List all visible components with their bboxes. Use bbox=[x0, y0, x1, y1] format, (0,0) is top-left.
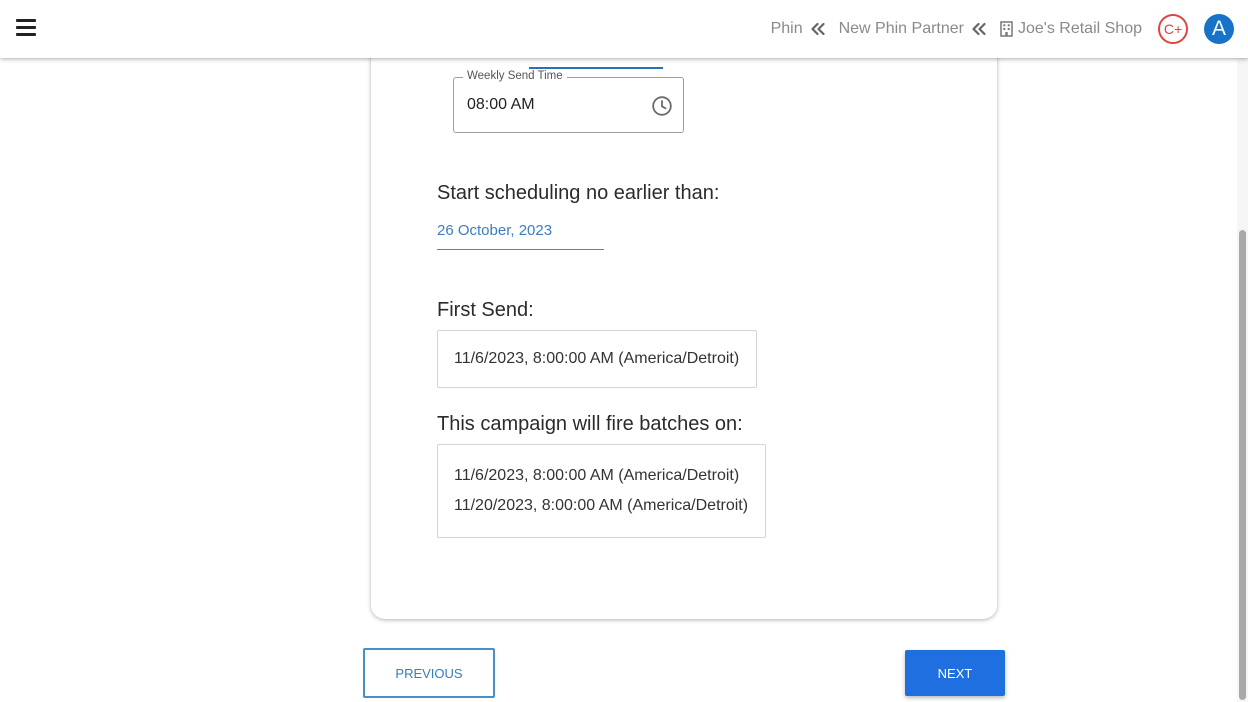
breadcrumb-joes-retail-shop[interactable]: Joe's Retail Shop bbox=[1018, 20, 1142, 38]
next-button[interactable]: NEXT bbox=[905, 650, 1005, 696]
breadcrumb-new-phin-partner[interactable]: New Phin Partner bbox=[839, 20, 964, 38]
hamburger-menu-icon[interactable] bbox=[12, 14, 40, 42]
breadcrumb: Phin New Phin Partner Joe's Retail Shop … bbox=[771, 0, 1234, 58]
first-send-value: 11/6/2023, 8:00:00 AM (America/Detroit) bbox=[454, 350, 740, 367]
breadcrumb-phin[interactable]: Phin bbox=[771, 20, 803, 38]
start-date-input[interactable]: 26 October, 2023 bbox=[437, 222, 604, 250]
weekly-send-time-value: 08:00 AM bbox=[467, 96, 535, 113]
double-chevron-left-icon bbox=[972, 23, 986, 35]
list-item: 11/20/2023, 8:00:00 AM (America/Detroit) bbox=[454, 497, 749, 514]
double-chevron-left-icon bbox=[810, 23, 825, 35]
batches-box: 11/6/2023, 8:00:00 AM (America/Detroit) … bbox=[437, 444, 766, 538]
weekly-send-time-field[interactable]: Weekly Send Time 08:00 AM bbox=[453, 70, 684, 133]
batches-label: This campaign will fire batches on: bbox=[437, 413, 743, 435]
scrollbar-thumb[interactable] bbox=[1239, 230, 1246, 700]
first-send-label: First Send: bbox=[437, 299, 534, 321]
avatar[interactable]: A bbox=[1204, 14, 1234, 44]
field-underline bbox=[529, 67, 663, 69]
app-bar: Phin New Phin Partner Joe's Retail Shop … bbox=[0, 0, 1248, 58]
previous-button[interactable]: PREVIOUS bbox=[363, 648, 495, 698]
list-item: 11/6/2023, 8:00:00 AM (America/Detroit) bbox=[454, 467, 740, 484]
weekly-send-time-label: Weekly Send Time bbox=[463, 70, 567, 82]
start-scheduling-label: Start scheduling no earlier than: bbox=[437, 182, 720, 204]
grade-badge[interactable]: C+ bbox=[1158, 14, 1188, 44]
building-icon bbox=[1000, 21, 1013, 37]
first-send-box: 11/6/2023, 8:00:00 AM (America/Detroit) bbox=[437, 330, 757, 388]
clock-icon[interactable] bbox=[651, 95, 673, 117]
